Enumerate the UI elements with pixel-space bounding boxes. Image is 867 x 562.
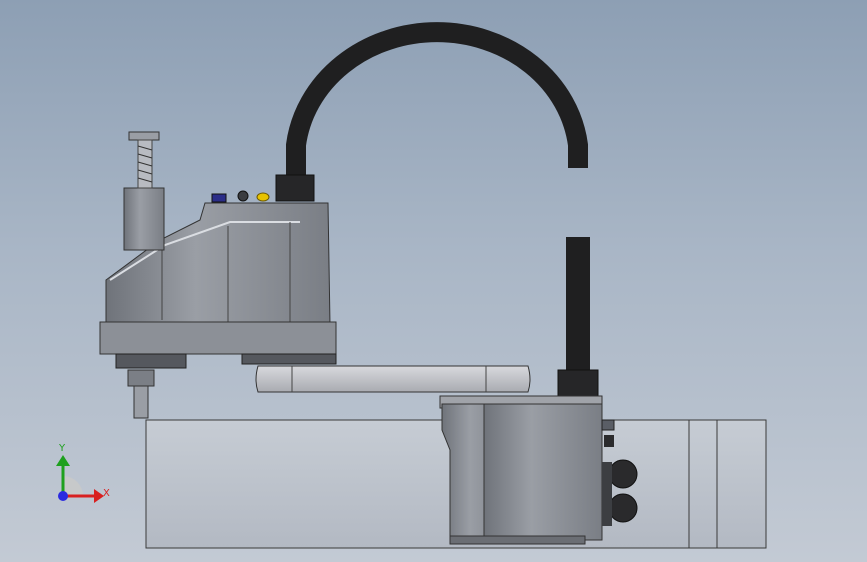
- 3d-viewport[interactable]: Y X: [0, 0, 867, 562]
- robot-base: [439, 395, 638, 545]
- triad-y-label: Y: [59, 443, 66, 454]
- status-lights: [211, 190, 270, 203]
- axis-triad: [56, 455, 104, 503]
- scara-robot-model[interactable]: [0, 0, 867, 562]
- forearm-housing: [99, 187, 337, 369]
- arm-link: [255, 365, 531, 393]
- triad-x-label: X: [103, 488, 110, 499]
